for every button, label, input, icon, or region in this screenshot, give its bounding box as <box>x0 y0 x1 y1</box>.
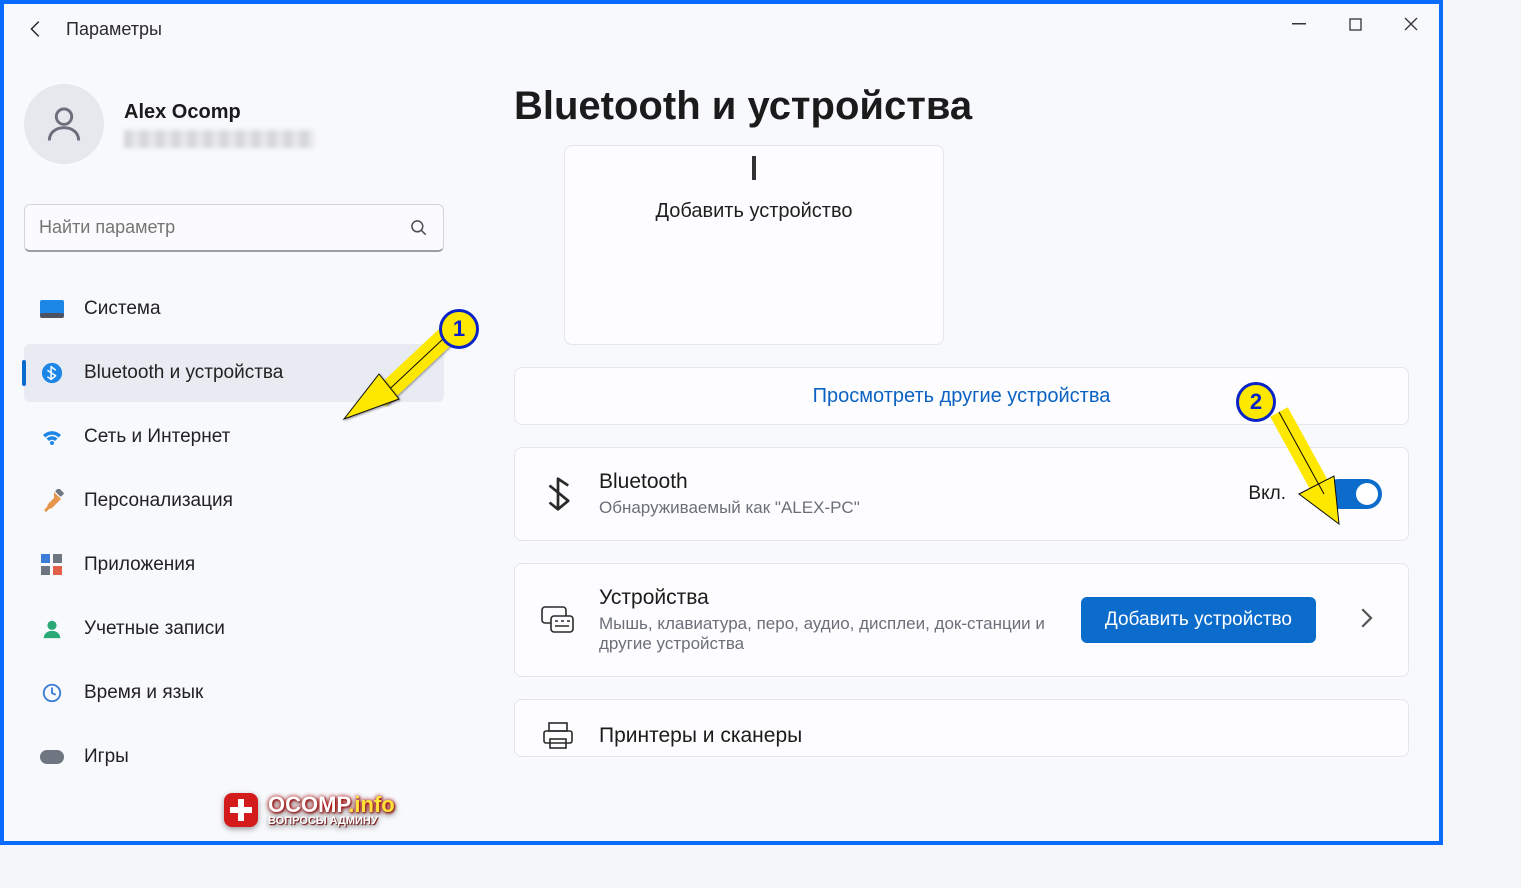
account-icon <box>40 617 64 641</box>
printer-icon <box>541 722 575 750</box>
person-icon <box>42 102 86 146</box>
devices-title: Устройства <box>599 586 1057 610</box>
profile-name: Alex Ocomp <box>124 101 314 124</box>
sidebar-item-label: Bluetooth и устройства <box>84 362 283 384</box>
add-device-card[interactable]: Добавить устройство <box>564 145 944 345</box>
sidebar-item-apps[interactable]: Приложения <box>24 536 444 594</box>
sidebar-item-label: Учетные записи <box>84 618 225 640</box>
bluetooth-toggle-row: Bluetooth Обнаруживаемый как "ALEX-PC" В… <box>514 447 1409 541</box>
search-input[interactable] <box>39 217 409 238</box>
sidebar-item-system[interactable]: Система <box>24 280 444 338</box>
bluetooth-state-label: Вкл. <box>1248 483 1286 505</box>
printers-row[interactable]: Принтеры и сканеры <box>514 699 1409 757</box>
sidebar-item-bluetooth[interactable]: Bluetooth и устройства <box>24 344 444 402</box>
sidebar-item-label: Приложения <box>84 554 195 576</box>
sidebar-item-label: Персонализация <box>84 490 233 512</box>
sidebar: Alex Ocomp Система Bluetooth и устро <box>4 54 464 841</box>
arrow-left-icon <box>25 18 47 40</box>
sidebar-item-gaming[interactable]: Игры <box>24 728 444 786</box>
annotation-badge-2: 2 <box>1236 382 1276 422</box>
devices-subtitle: Мышь, клавиатура, перо, аудио, дисплеи, … <box>599 614 1057 654</box>
sidebar-item-label: Игры <box>84 746 129 768</box>
globe-clock-icon <box>40 681 64 705</box>
bluetooth-subtitle: Обнаруживаемый как "ALEX-PC" <box>599 498 1099 518</box>
brush-icon <box>40 489 64 513</box>
sidebar-item-time-language[interactable]: Время и язык <box>24 664 444 722</box>
search-icon <box>409 218 429 238</box>
profile-email-blurred <box>124 130 314 148</box>
annotation-badge-1: 1 <box>439 309 479 349</box>
back-button[interactable] <box>16 9 56 49</box>
sidebar-item-label: Сеть и Интернет <box>84 426 230 448</box>
avatar <box>24 84 104 164</box>
close-button[interactable] <box>1383 4 1439 44</box>
display-icon <box>40 297 64 321</box>
watermark-text-main: OCOMP <box>268 792 348 817</box>
maximize-icon <box>1349 18 1362 31</box>
keyboard-icon <box>541 606 575 634</box>
watermark-cross-icon <box>224 793 258 827</box>
content-area: Bluetooth и устройства Добавить устройст… <box>464 54 1439 841</box>
chevron-right-icon <box>1358 608 1382 633</box>
profile-block[interactable]: Alex Ocomp <box>24 84 444 164</box>
bluetooth-icon <box>40 361 64 385</box>
add-device-label: Добавить устройство <box>656 200 853 223</box>
printers-title: Принтеры и сканеры <box>599 724 1382 748</box>
apps-icon <box>40 553 64 577</box>
maximize-button[interactable] <box>1327 4 1383 44</box>
window-controls <box>1271 4 1439 44</box>
view-more-label: Просмотреть другие устройства <box>813 385 1111 408</box>
bluetooth-icon <box>541 477 575 511</box>
wifi-icon <box>40 425 64 449</box>
bluetooth-title: Bluetooth <box>599 470 1224 494</box>
sidebar-item-personalization[interactable]: Персонализация <box>24 472 444 530</box>
search-box[interactable] <box>24 204 444 252</box>
bluetooth-toggle[interactable] <box>1324 479 1382 509</box>
gamepad-icon <box>40 745 64 769</box>
page-title: Bluetooth и устройства <box>514 84 1409 129</box>
watermark-subtitle: ВОПРОСЫ АДМИНУ <box>268 816 395 827</box>
minimize-button[interactable] <box>1271 4 1327 44</box>
devices-row[interactable]: Устройства Мышь, клавиатура, перо, аудио… <box>514 563 1409 677</box>
titlebar: Параметры <box>4 4 1439 54</box>
add-device-button[interactable]: Добавить устройство <box>1081 597 1316 643</box>
watermark-text-suffix: .info <box>348 792 394 817</box>
plus-icon <box>752 156 756 180</box>
sidebar-item-label: Время и язык <box>84 682 203 704</box>
app-title: Параметры <box>66 19 162 40</box>
sidebar-item-label: Система <box>84 298 161 320</box>
sidebar-item-network[interactable]: Сеть и Интернет <box>24 408 444 466</box>
close-icon <box>1404 17 1418 31</box>
settings-window: Параметры Alex Ocomp <box>0 0 1443 845</box>
watermark: OCOMP.info ВОПРОСЫ АДМИНУ <box>224 793 395 827</box>
minimize-icon <box>1292 17 1306 31</box>
sidebar-item-accounts[interactable]: Учетные записи <box>24 600 444 658</box>
